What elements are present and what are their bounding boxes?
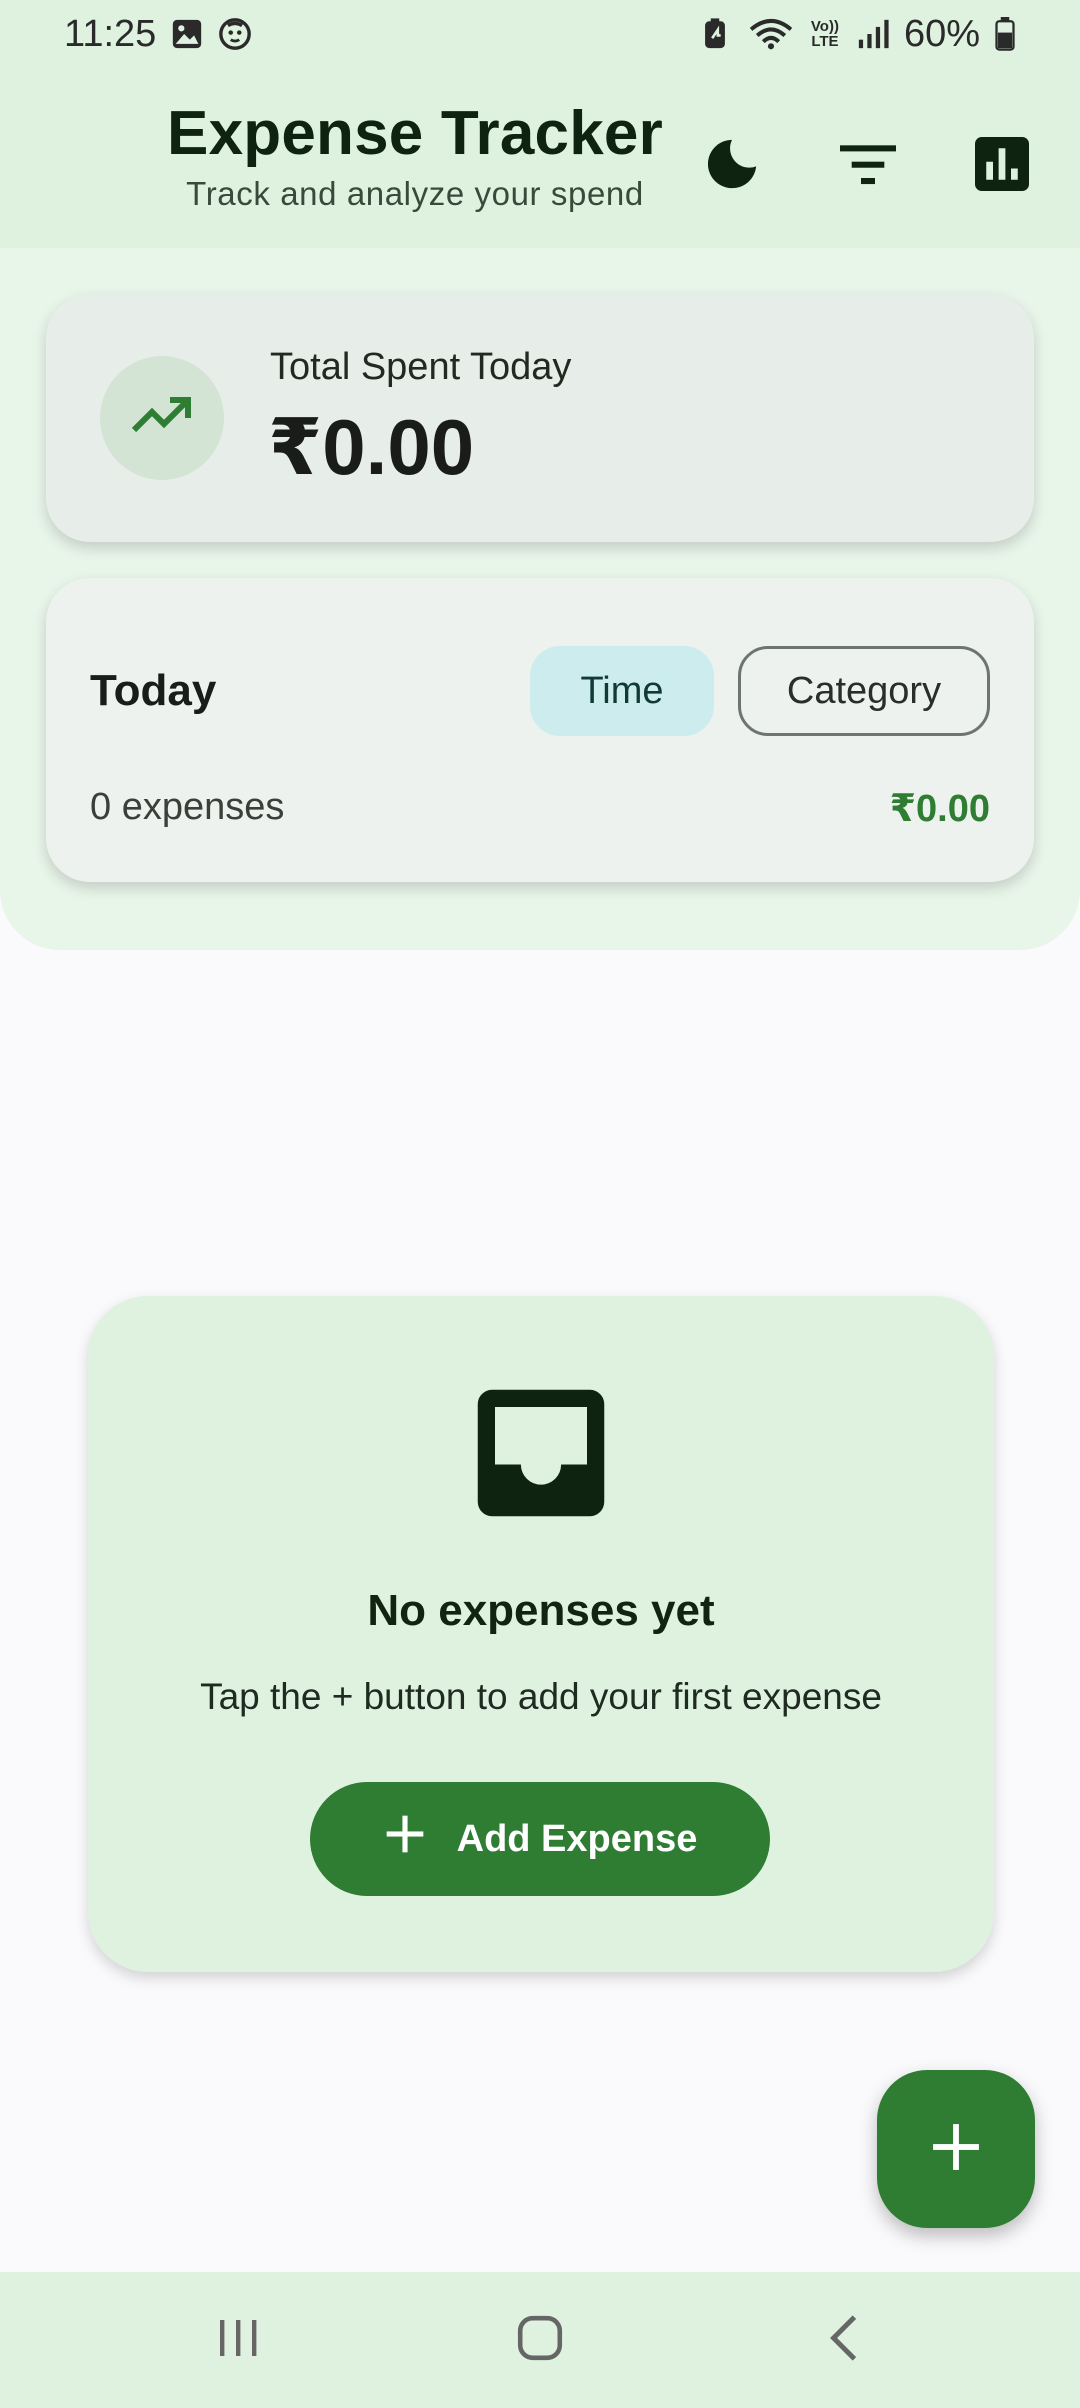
back-icon bbox=[824, 2313, 864, 2368]
add-expense-label: Add Expense bbox=[456, 1817, 698, 1860]
empty-title: No expenses yet bbox=[367, 1586, 715, 1635]
empty-state-card: No expenses yet Tap the + button to add … bbox=[88, 1296, 994, 1972]
chip-category[interactable]: Category bbox=[738, 646, 990, 736]
stats-button[interactable] bbox=[962, 126, 1042, 206]
status-time: 11:25 bbox=[64, 12, 157, 55]
status-right: Vo)) LTE 60% bbox=[700, 13, 1016, 56]
chip-time[interactable]: Time bbox=[530, 646, 714, 736]
trend-badge bbox=[100, 356, 224, 480]
face-icon bbox=[218, 17, 252, 51]
dark-mode-button[interactable] bbox=[692, 126, 772, 206]
add-fab[interactable] bbox=[877, 2070, 1035, 2228]
battery-icon bbox=[994, 17, 1016, 51]
system-nav-bar bbox=[0, 2272, 1080, 2408]
filter-button[interactable] bbox=[828, 126, 908, 206]
total-spent-card: Total Spent Today ₹0.00 bbox=[46, 294, 1034, 542]
expense-sum: ₹0.00 bbox=[889, 788, 990, 830]
page-subtitle: Track and analyze your spend bbox=[186, 175, 644, 212]
bar-chart-icon bbox=[975, 136, 1029, 196]
volte-indicator: Vo)) LTE bbox=[810, 18, 839, 50]
dark-mode-icon bbox=[703, 135, 761, 198]
total-value: ₹0.00 bbox=[268, 403, 475, 491]
title-block: Expense Tracker Track and analyze your s… bbox=[160, 98, 670, 213]
filter-icon bbox=[840, 142, 896, 191]
signal-icon bbox=[856, 17, 890, 51]
back-button[interactable] bbox=[806, 2302, 882, 2378]
empty-subtitle: Tap the + button to add your first expen… bbox=[200, 1676, 882, 1717]
wifi-icon bbox=[748, 17, 794, 51]
status-left: 11:25 bbox=[64, 13, 252, 56]
inbox-icon bbox=[472, 1384, 610, 1522]
total-label: Total Spent Today bbox=[270, 346, 572, 388]
home-button[interactable] bbox=[502, 2302, 578, 2378]
page-title: Expense Tracker bbox=[167, 99, 663, 168]
trending-up-icon bbox=[130, 396, 194, 441]
plus-icon bbox=[931, 2122, 981, 2177]
recents-icon bbox=[213, 2314, 263, 2367]
add-expense-button[interactable]: Add Expense bbox=[310, 1782, 770, 1896]
battery-percent: 60% bbox=[903, 12, 980, 55]
expense-count: 0 expenses bbox=[90, 786, 285, 828]
recents-button[interactable] bbox=[200, 2302, 276, 2378]
app-bar: Expense Tracker Track and analyze your s… bbox=[0, 68, 1080, 248]
today-card: Today Time Category 0 expenses ₹0.00 bbox=[46, 578, 1034, 882]
status-bar: 11:25 Vo)) LTE 60% bbox=[0, 0, 1080, 68]
today-label: Today bbox=[90, 666, 217, 715]
battery-saver-icon bbox=[700, 17, 734, 51]
home-icon bbox=[515, 2313, 565, 2368]
gallery-icon bbox=[170, 17, 204, 51]
plus-icon bbox=[383, 1812, 427, 1866]
